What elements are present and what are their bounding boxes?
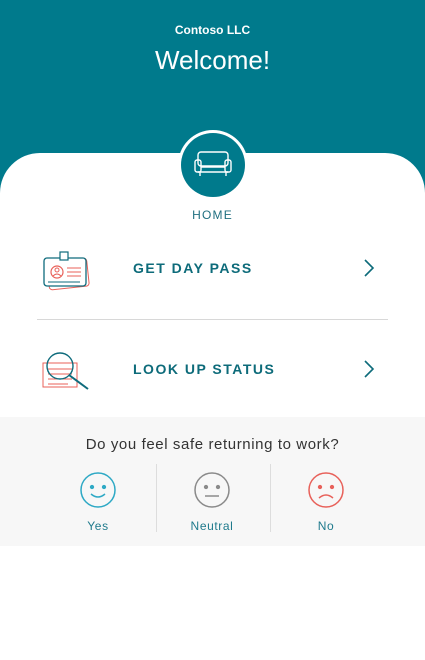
- smiley-happy-icon: [80, 472, 116, 508]
- look-up-status-button[interactable]: LOOK UP STATUS: [0, 333, 425, 405]
- look-up-status-label: LOOK UP STATUS: [133, 361, 276, 377]
- survey-option-neutral[interactable]: Neutral: [155, 469, 269, 539]
- chevron-right-icon: [364, 259, 375, 277]
- smiley-neutral-icon: [194, 472, 230, 508]
- document-search-icon: [42, 352, 89, 390]
- couch-icon: [194, 151, 232, 176]
- survey-option-no[interactable]: No: [269, 469, 383, 539]
- home-icon-circle: [181, 133, 245, 197]
- survey-panel: Do you feel safe returning to work? Yes …: [0, 417, 425, 546]
- home-label: HOME: [192, 208, 233, 222]
- main-card: [0, 153, 425, 660]
- company-name: Contoso LLC: [174, 23, 251, 37]
- home-button[interactable]: [178, 130, 248, 200]
- survey-option-label: No: [317, 519, 335, 533]
- menu-divider: [37, 319, 388, 320]
- get-day-pass-button[interactable]: GET DAY PASS: [0, 232, 425, 304]
- chevron-right-icon: [364, 360, 375, 378]
- id-badge-icon: [43, 251, 90, 291]
- get-day-pass-label: GET DAY PASS: [133, 260, 253, 276]
- welcome-title: Welcome!: [154, 45, 271, 75]
- survey-option-label: Yes: [87, 519, 109, 533]
- survey-question: Do you feel safe returning to work?: [85, 436, 340, 453]
- survey-option-yes[interactable]: Yes: [41, 469, 155, 539]
- survey-option-label: Neutral: [190, 519, 234, 533]
- smiley-sad-icon: [308, 472, 344, 508]
